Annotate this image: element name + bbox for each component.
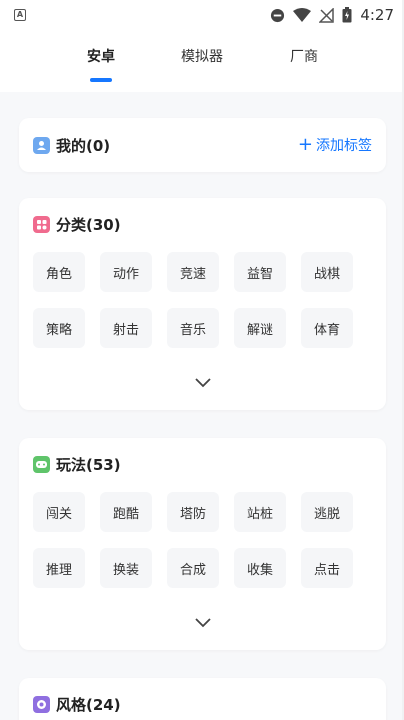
tag-chip[interactable]: 跑酷 [100, 492, 152, 532]
status-bar: A 4:27 [0, 0, 404, 30]
style-title: 风格(24) [56, 696, 121, 714]
tag-chip[interactable]: 逃脱 [301, 492, 353, 532]
tag-chip[interactable]: 闯关 [33, 492, 85, 532]
grid-icon [33, 216, 50, 233]
gameplay-card: 玩法(53) 闯关 跑酷 塔防 站桩 逃脱 推理 换装 合成 收集 点击 [19, 438, 386, 650]
tag-chip[interactable]: 塔防 [167, 492, 219, 532]
tag-chip[interactable]: 音乐 [167, 308, 219, 348]
category-chip-list: 角色 动作 竞速 益智 战棋 策略 射击 音乐 解谜 体育 [33, 252, 353, 348]
style-card: 风格(24) [19, 678, 386, 720]
tag-chip[interactable]: 站桩 [234, 492, 286, 532]
plus-icon: + [297, 134, 313, 155]
chevron-down-icon[interactable] [194, 616, 212, 628]
tag-chip[interactable]: 点击 [301, 548, 353, 588]
tag-chip[interactable]: 射击 [100, 308, 152, 348]
dnd-icon [271, 8, 285, 22]
chevron-down-icon[interactable] [194, 376, 212, 388]
my-tags-title: 我的(0) [56, 137, 111, 155]
user-icon [33, 137, 50, 154]
tab-android[interactable]: 安卓 [87, 46, 115, 66]
tag-chip[interactable]: 合成 [167, 548, 219, 588]
tag-chip[interactable]: 收集 [234, 548, 286, 588]
tab-emulator[interactable]: 模拟器 [181, 46, 223, 66]
tag-chip[interactable]: 动作 [100, 252, 152, 292]
add-tag-label: 添加标签 [316, 138, 372, 154]
tag-chip[interactable]: 策略 [33, 308, 85, 348]
tag-chip[interactable]: 解谜 [234, 308, 286, 348]
battery-icon [342, 7, 352, 23]
add-tag-button[interactable]: + 添加标签 [298, 135, 372, 155]
wifi-icon [293, 7, 312, 22]
tag-chip[interactable]: 益智 [234, 252, 286, 292]
category-title: 分类(30) [56, 216, 121, 234]
tag-chip[interactable]: 体育 [301, 308, 353, 348]
gameplay-title: 玩法(53) [56, 456, 121, 474]
tab-bar: 安卓 模拟器 厂商 [0, 30, 404, 92]
app-notification-icon: A [14, 9, 26, 21]
my-tags-card: 我的(0) + 添加标签 [19, 118, 386, 172]
status-time: 4:27 [360, 6, 394, 24]
gameplay-chip-list: 闯关 跑酷 塔防 站桩 逃脱 推理 换装 合成 收集 点击 [33, 492, 353, 588]
gamepad-icon [33, 456, 50, 473]
tag-chip[interactable]: 角色 [33, 252, 85, 292]
no-signal-icon [319, 7, 335, 23]
tag-chip[interactable]: 战棋 [301, 252, 353, 292]
tag-chip[interactable]: 竞速 [167, 252, 219, 292]
active-tab-indicator [90, 78, 112, 82]
tag-chip[interactable]: 换装 [100, 548, 152, 588]
category-card: 分类(30) 角色 动作 竞速 益智 战棋 策略 射击 音乐 解谜 体育 [19, 198, 386, 410]
tab-vendor[interactable]: 厂商 [290, 46, 318, 66]
palette-icon [33, 696, 50, 713]
tag-chip[interactable]: 推理 [33, 548, 85, 588]
